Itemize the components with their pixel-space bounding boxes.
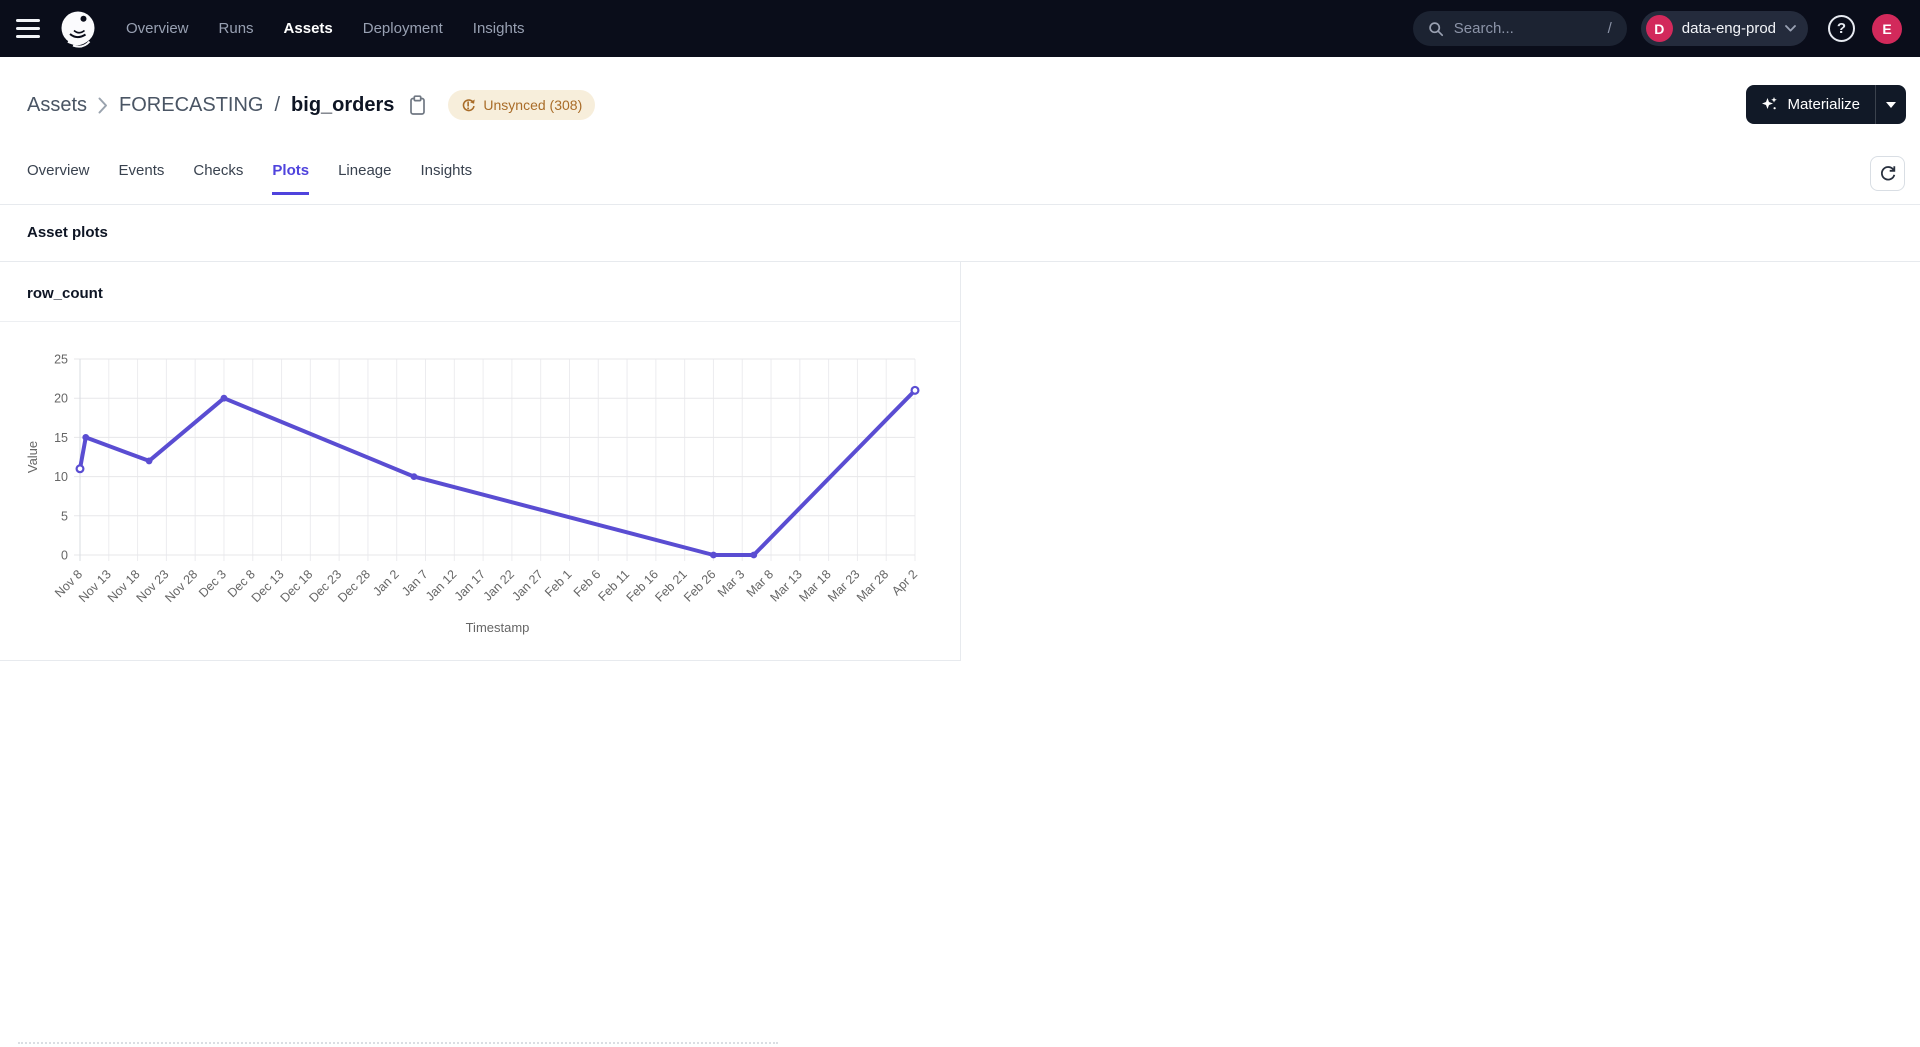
- page-bottom-dotted-line: [18, 1042, 778, 1044]
- search-placeholder: Search...: [1454, 20, 1514, 37]
- svg-text:Mar 28: Mar 28: [854, 567, 891, 604]
- svg-text:Mar 3: Mar 3: [715, 567, 748, 600]
- app-root: Overview Runs Assets Deployment Insights…: [0, 0, 1920, 1047]
- svg-text:Feb 1: Feb 1: [542, 567, 575, 600]
- hamburger-menu-icon[interactable]: [16, 19, 40, 38]
- tab-lineage[interactable]: Lineage: [338, 162, 391, 195]
- avatar-initial: E: [1882, 21, 1891, 37]
- deployment-switcher[interactable]: D data-eng-prod: [1641, 11, 1808, 46]
- tab-overview[interactable]: Overview: [27, 162, 90, 195]
- svg-text:Dec 3: Dec 3: [196, 567, 229, 600]
- top-nav: Overview Runs Assets Deployment Insights…: [0, 0, 1920, 57]
- metric-divider: [0, 321, 960, 322]
- materialize-split-button: Materialize: [1746, 85, 1906, 124]
- materialize-button[interactable]: Materialize: [1746, 85, 1875, 124]
- nav-item-overview[interactable]: Overview: [126, 20, 189, 37]
- clipboard-icon: [408, 95, 427, 116]
- svg-text:Value: Value: [25, 441, 40, 473]
- svg-text:Dec 28: Dec 28: [335, 567, 373, 605]
- nav-item-runs[interactable]: Runs: [219, 20, 254, 37]
- svg-text:5: 5: [61, 509, 68, 523]
- plot-card-bottom-border: [0, 660, 960, 661]
- svg-text:0: 0: [61, 549, 68, 563]
- unsynced-label: Unsynced (308): [483, 97, 582, 113]
- search-input[interactable]: Search... /: [1413, 11, 1627, 46]
- tab-plots[interactable]: Plots: [272, 162, 309, 195]
- svg-text:Jan 17: Jan 17: [452, 567, 488, 603]
- svg-text:15: 15: [54, 431, 68, 445]
- svg-text:Jan 22: Jan 22: [481, 567, 517, 603]
- breadcrumb: Assets FORECASTING / big_orders Unsynced…: [27, 89, 595, 121]
- sync-alert-icon: [461, 98, 476, 113]
- metric-name: row_count: [27, 285, 103, 302]
- search-icon: [1428, 21, 1444, 37]
- svg-text:Nov 28: Nov 28: [162, 567, 200, 605]
- svg-text:Jan 2: Jan 2: [370, 567, 402, 599]
- breadcrumb-group-link[interactable]: FORECASTING: [119, 94, 263, 117]
- row-count-chart: Nov 8Nov 13Nov 18Nov 23Nov 28Dec 3Dec 8D…: [24, 340, 939, 645]
- plot-card-right-border: [960, 262, 961, 661]
- tab-events[interactable]: Events: [119, 162, 165, 195]
- asset-name: big_orders: [291, 94, 394, 117]
- primary-nav: Overview Runs Assets Deployment Insights: [126, 20, 525, 37]
- svg-text:10: 10: [54, 470, 68, 484]
- svg-text:Feb 26: Feb 26: [681, 567, 718, 604]
- nav-item-insights[interactable]: Insights: [473, 20, 525, 37]
- svg-text:Jan 27: Jan 27: [509, 567, 545, 603]
- svg-text:Jan 12: Jan 12: [423, 567, 459, 603]
- nav-item-assets[interactable]: Assets: [284, 20, 333, 37]
- tab-checks[interactable]: Checks: [193, 162, 243, 195]
- asset-tabs: Overview Events Checks Plots Lineage Ins…: [27, 162, 472, 195]
- materialize-label: Materialize: [1787, 96, 1860, 113]
- user-avatar[interactable]: E: [1872, 14, 1902, 44]
- line-chart-canvas: Nov 8Nov 13Nov 18Nov 23Nov 28Dec 3Dec 8D…: [24, 340, 939, 645]
- caret-down-icon: [1886, 102, 1896, 108]
- dagster-logo-icon[interactable]: [58, 9, 98, 49]
- deployment-name: data-eng-prod: [1682, 20, 1776, 37]
- svg-text:Apr 2: Apr 2: [889, 567, 920, 598]
- refresh-button[interactable]: [1870, 156, 1905, 191]
- search-shortcut-hint: /: [1608, 20, 1612, 37]
- svg-text:Timestamp: Timestamp: [466, 620, 530, 635]
- tabs-bottom-border: [0, 204, 1920, 205]
- copy-asset-name-button[interactable]: [408, 95, 427, 116]
- breadcrumb-slash: /: [274, 94, 280, 117]
- svg-text:25: 25: [54, 353, 68, 367]
- materialize-dropdown-button[interactable]: [1876, 85, 1906, 124]
- chevron-down-icon: [1785, 25, 1796, 32]
- refresh-icon: [1879, 165, 1897, 183]
- page-title: Asset plots: [27, 224, 108, 241]
- help-icon: ?: [1837, 20, 1846, 37]
- svg-text:20: 20: [54, 392, 68, 406]
- tab-insights[interactable]: Insights: [420, 162, 472, 195]
- nav-item-deployment[interactable]: Deployment: [363, 20, 443, 37]
- breadcrumb-assets-link[interactable]: Assets: [27, 94, 87, 117]
- help-button[interactable]: ?: [1828, 15, 1855, 42]
- chevron-right-icon: [98, 97, 108, 114]
- deployment-badge: D: [1646, 15, 1673, 42]
- sparkle-icon: [1761, 96, 1778, 113]
- unsynced-status-badge[interactable]: Unsynced (308): [448, 90, 595, 120]
